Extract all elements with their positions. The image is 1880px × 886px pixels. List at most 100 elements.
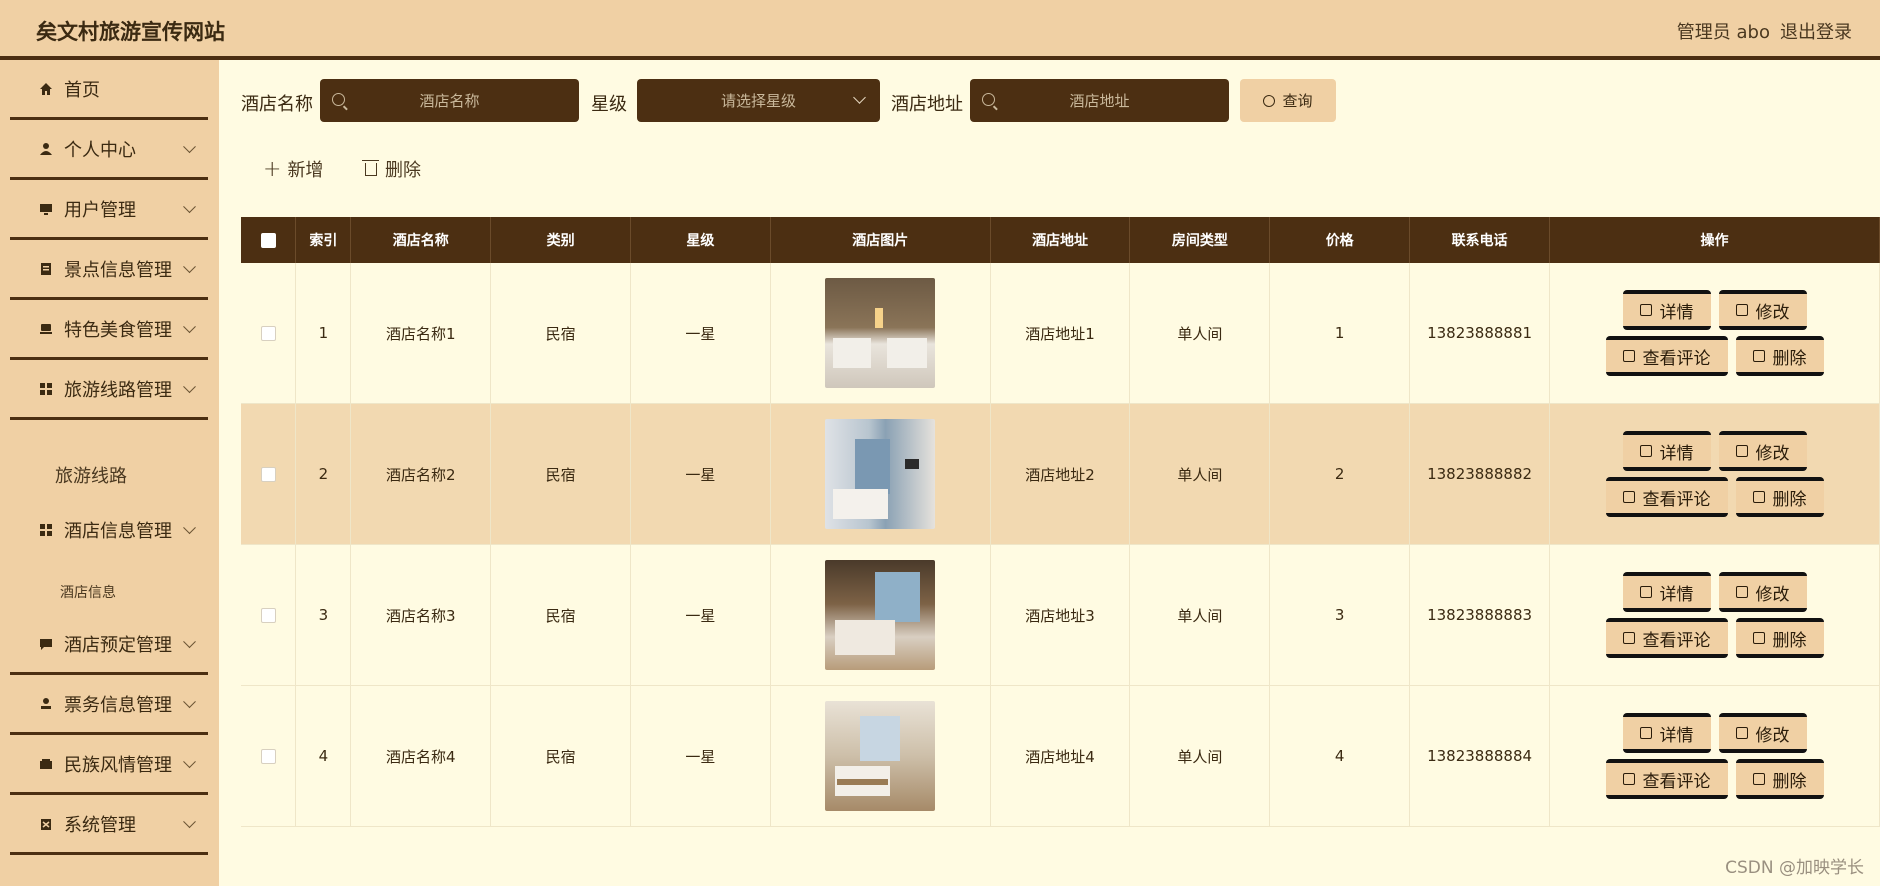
edit-label: 修改 — [1755, 725, 1790, 746]
logout-link[interactable]: 退出登录 — [1780, 18, 1880, 44]
document-icon — [1639, 445, 1652, 457]
price-cell: 2 — [1269, 403, 1411, 545]
edit-label: 修改 — [1755, 584, 1790, 605]
chevron-down-icon — [183, 694, 196, 708]
chevron-down-icon — [183, 319, 196, 333]
edit-button[interactable]: 修改 — [1718, 431, 1807, 471]
hotel-name-placeholder: 酒店名称 — [419, 92, 480, 110]
hotel-name-cell: 酒店名称2 — [350, 403, 492, 545]
sidebar-item-label: 用户管理 — [64, 199, 136, 221]
detail-button[interactable]: 详情 — [1622, 431, 1711, 471]
hotel-address-input[interactable]: 酒店地址 — [970, 79, 1229, 122]
column-header: 星级 — [630, 217, 771, 263]
sidebar-item-home[interactable]: 首页 — [10, 60, 208, 120]
trash-icon — [362, 159, 379, 176]
select-all-cell[interactable] — [241, 217, 297, 263]
column-header: 操作 — [1549, 217, 1880, 263]
query-button[interactable]: 查询 — [1240, 79, 1336, 122]
price-cell: 3 — [1269, 544, 1411, 686]
row-checkbox-cell[interactable] — [241, 263, 297, 404]
row-checkbox[interactable] — [260, 326, 276, 341]
row-delete-button[interactable]: 删除 — [1735, 759, 1824, 799]
search-icon — [332, 93, 345, 106]
category-cell: 民宿 — [490, 685, 631, 827]
detail-button[interactable]: 详情 — [1622, 713, 1711, 753]
sidebar-item-culture[interactable]: 民族风情管理 — [10, 735, 208, 795]
edit-button[interactable]: 修改 — [1718, 572, 1807, 612]
select-all-checkbox[interactable] — [260, 232, 276, 248]
hotel-image — [825, 560, 936, 670]
sidebar-item-label: 旅游线路管理 — [64, 379, 172, 401]
chevron-down-icon — [183, 139, 196, 153]
row-checkbox[interactable] — [260, 608, 276, 623]
star-select-placeholder: 请选择星级 — [720, 92, 796, 110]
row-checkbox-cell[interactable] — [241, 403, 297, 545]
sidebar-item-label: 特色美食管理 — [64, 319, 172, 341]
column-header: 酒店名称 — [350, 217, 492, 263]
sidebar-item-hotels[interactable]: 酒店信息管理 — [10, 500, 208, 560]
hotel-name-input[interactable]: 酒店名称 — [320, 79, 579, 122]
index-cell: 2 — [295, 403, 352, 545]
column-header: 联系电话 — [1409, 217, 1551, 263]
search-icon — [1263, 94, 1276, 107]
monitor-icon — [38, 201, 54, 217]
hotel-address-placeholder: 酒店地址 — [1069, 92, 1130, 110]
query-button-label: 查询 — [1282, 92, 1313, 110]
price-cell: 4 — [1269, 685, 1411, 827]
user-icon — [38, 141, 54, 157]
chevron-down-icon — [853, 91, 866, 104]
phone-cell: 13823888883 — [1409, 544, 1551, 686]
sidebar-item-bookings[interactable]: 酒店预定管理 — [10, 615, 208, 675]
row-checkbox-cell[interactable] — [241, 685, 297, 827]
address-cell: 酒店地址3 — [990, 544, 1131, 686]
row-delete-button[interactable]: 删除 — [1735, 477, 1824, 517]
view-comments-button[interactable]: 查看评论 — [1605, 477, 1728, 517]
watermark: CSDN @加映学长 — [1725, 858, 1864, 878]
view-comments-button[interactable]: 查看评论 — [1605, 618, 1728, 658]
edit-icon — [1735, 586, 1748, 598]
sidebar-item-system[interactable]: 系统管理 — [10, 795, 208, 855]
edit-icon — [1622, 491, 1635, 503]
operations-cell: 详情 修改 查看评论 删除 — [1549, 685, 1880, 827]
table-row: 4 酒店名称4 民宿 一星 酒店地址4 单人间 4 13823888884 详情 — [241, 685, 1880, 827]
sidebar-subitem-routes[interactable]: 旅游线路 — [55, 462, 127, 488]
sidebar-item-tickets[interactable]: 票务信息管理 — [10, 675, 208, 735]
row-checkbox-cell[interactable] — [241, 544, 297, 686]
column-header: 类别 — [490, 217, 631, 263]
sidebar-item-food[interactable]: 特色美食管理 — [10, 300, 208, 360]
star-select[interactable]: 请选择星级 — [637, 79, 880, 122]
sidebar-item-attractions[interactable]: 景点信息管理 — [10, 240, 208, 300]
address-cell: 酒店地址1 — [990, 263, 1131, 404]
view-comments-button[interactable]: 查看评论 — [1605, 759, 1728, 799]
document-icon — [1639, 304, 1652, 316]
sidebar-item-routes[interactable]: 旅游线路管理 — [10, 360, 208, 420]
edit-button[interactable]: 修改 — [1718, 713, 1807, 753]
row-delete-label: 删除 — [1772, 630, 1807, 651]
view-comments-button[interactable]: 查看评论 — [1605, 336, 1728, 376]
row-checkbox[interactable] — [260, 467, 276, 482]
edit-button[interactable]: 修改 — [1718, 290, 1807, 330]
address-cell: 酒店地址4 — [990, 685, 1131, 827]
row-delete-button[interactable]: 删除 — [1735, 618, 1824, 658]
delete-button[interactable]: 删除 — [362, 156, 421, 182]
edit-icon — [1735, 445, 1748, 457]
index-cell: 3 — [295, 544, 352, 686]
star-cell: 一星 — [630, 685, 771, 827]
sidebar-item-users[interactable]: 用户管理 — [10, 180, 208, 240]
sidebar-item-profile[interactable]: 个人中心 — [10, 120, 208, 180]
grid-icon — [38, 381, 54, 397]
row-delete-button[interactable]: 删除 — [1735, 336, 1824, 376]
detail-button[interactable]: 详情 — [1622, 572, 1711, 612]
row-checkbox[interactable] — [260, 749, 276, 764]
table-row: 3 酒店名称3 民宿 一星 酒店地址3 单人间 3 13823888883 详情 — [241, 544, 1880, 686]
wallet-icon — [38, 756, 54, 772]
hotel-image-cell — [770, 263, 991, 404]
operations-cell: 详情 修改 查看评论 删除 — [1549, 403, 1880, 545]
chevron-down-icon — [183, 754, 196, 768]
sidebar-subitem-hotel-info[interactable]: 酒店信息 — [60, 582, 116, 602]
detail-button[interactable]: 详情 — [1622, 290, 1711, 330]
edit-label: 修改 — [1755, 302, 1790, 323]
add-button[interactable]: + 新增 — [263, 156, 323, 182]
chevron-down-icon — [183, 379, 196, 393]
table-row: 1 酒店名称1 民宿 一星 酒店地址1 单人间 1 13823888881 详情 — [241, 263, 1880, 404]
